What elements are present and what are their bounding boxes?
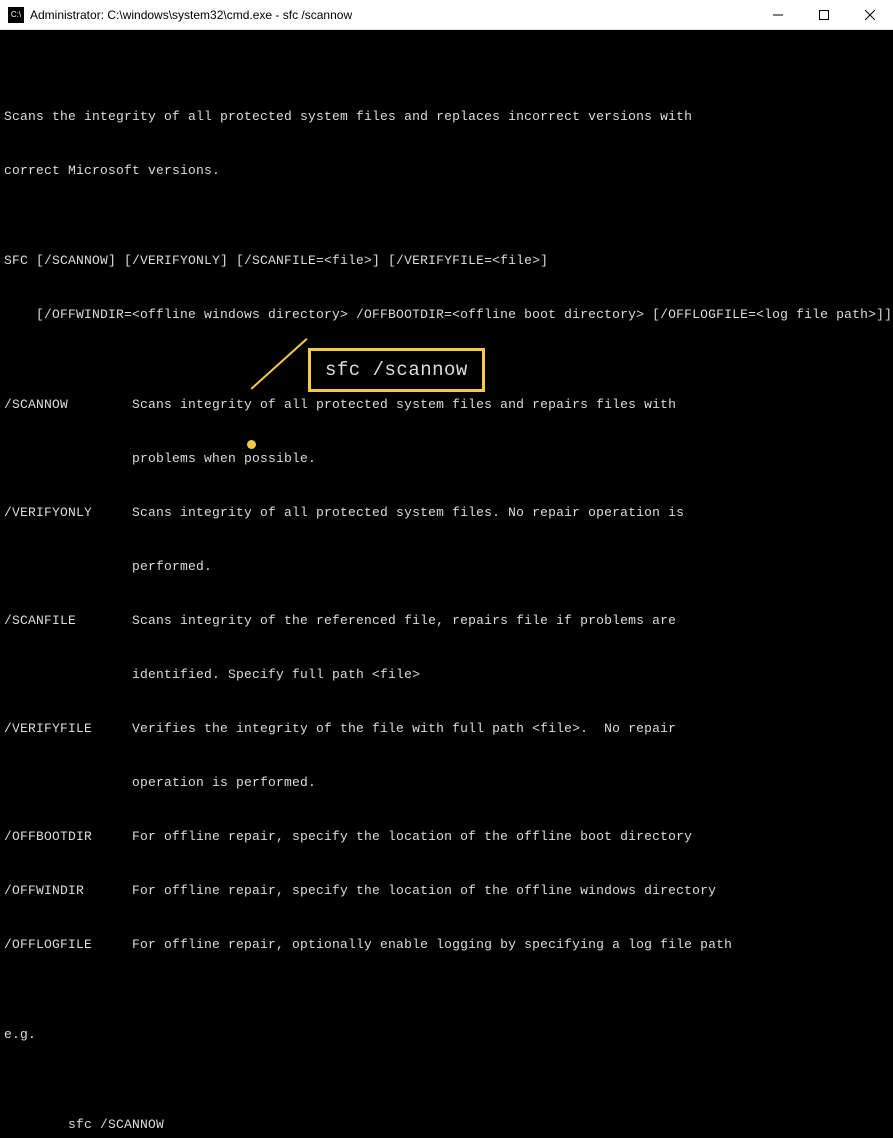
output-line: Scans the integrity of all protected sys… [4, 108, 889, 126]
maximize-icon [819, 10, 829, 20]
output-line: problems when possible. [4, 450, 889, 468]
output-line: performed. [4, 558, 889, 576]
output-line: correct Microsoft versions. [4, 162, 889, 180]
callout-highlight-box: sfc /scannow [308, 348, 485, 392]
output-line: /OFFLOGFILE For offline repair, optional… [4, 936, 889, 954]
window-title: Administrator: C:\windows\system32\cmd.e… [30, 8, 755, 22]
output-line: e.g. [4, 1026, 889, 1044]
output-line: [/OFFWINDIR=<offline windows directory> … [4, 306, 889, 324]
cmd-icon: C:\ [8, 7, 24, 23]
callout-marker-dot [247, 440, 256, 449]
output-line: sfc /SCANNOW [4, 1116, 889, 1134]
output-line: operation is performed. [4, 774, 889, 792]
output-line: /OFFWINDIR For offline repair, specify t… [4, 882, 889, 900]
window-titlebar: C:\ Administrator: C:\windows\system32\c… [0, 0, 893, 30]
minimize-icon [773, 10, 783, 20]
output-line: identified. Specify full path <file> [4, 666, 889, 684]
output-line: /OFFBOOTDIR For offline repair, specify … [4, 828, 889, 846]
terminal-output[interactable]: Scans the integrity of all protected sys… [0, 30, 893, 1138]
window-controls [755, 0, 893, 29]
output-line: /VERIFYONLY Scans integrity of all prote… [4, 504, 889, 522]
close-button[interactable] [847, 0, 893, 29]
output-line: /VERIFYFILE Verifies the integrity of th… [4, 720, 889, 738]
output-line: /SCANNOW Scans integrity of all protecte… [4, 396, 889, 414]
close-icon [865, 10, 875, 20]
output-line: /SCANFILE Scans integrity of the referen… [4, 612, 889, 630]
maximize-button[interactable] [801, 0, 847, 29]
output-line: SFC [/SCANNOW] [/VERIFYONLY] [/SCANFILE=… [4, 252, 889, 270]
minimize-button[interactable] [755, 0, 801, 29]
